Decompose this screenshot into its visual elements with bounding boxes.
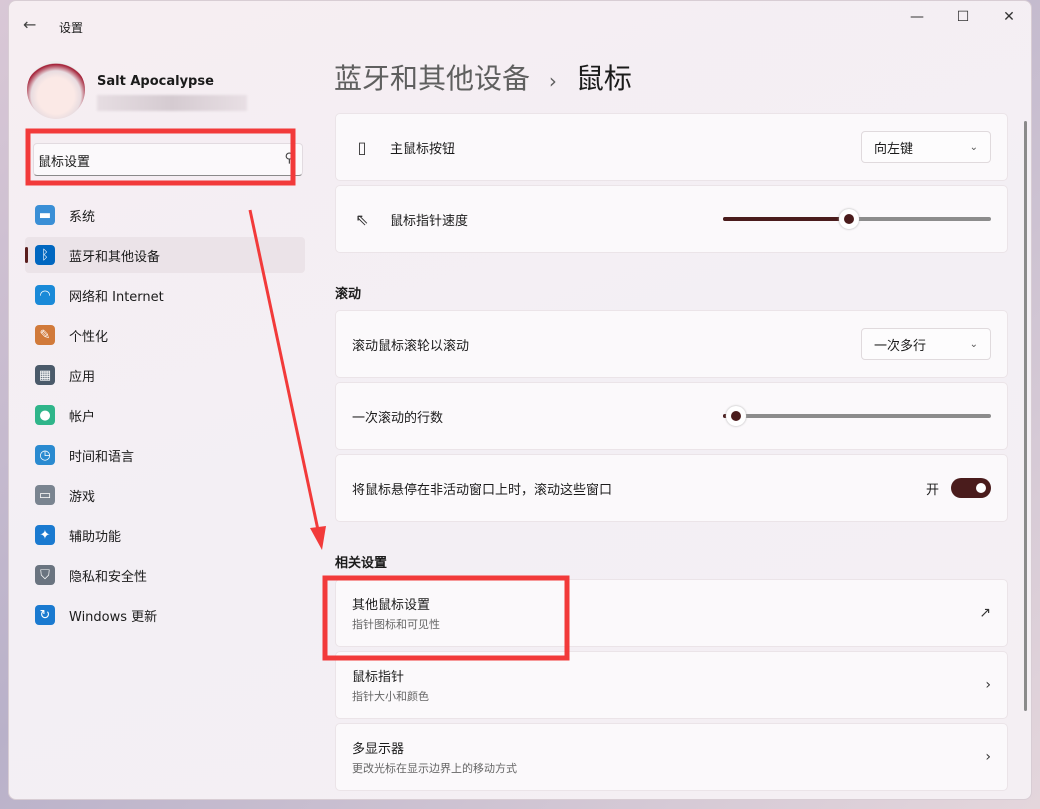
sidebar-item[interactable]: ᛒ 蓝牙和其他设备: [25, 237, 305, 273]
primary-button-dropdown[interactable]: 向左键 ⌄: [861, 131, 991, 163]
wifi-icon: ◠: [35, 285, 55, 305]
accessibility-icon: ✦: [35, 525, 55, 545]
gamepad-icon: ▭: [35, 485, 55, 505]
breadcrumb: 蓝牙和其他设备 › 鼠标: [334, 57, 632, 97]
item-subtitle: 指针大小和颜色: [352, 690, 429, 703]
sidebar-item-label: 网络和 Internet: [69, 289, 164, 305]
page-title: 鼠标: [575, 62, 632, 95]
mouse-icon: ▯: [357, 137, 367, 157]
bluetooth-icon: ᛒ: [35, 245, 55, 265]
item-subtitle: 指针图标和可见性: [352, 618, 440, 631]
sidebar-item[interactable]: ▦ 应用: [25, 357, 305, 393]
inactive-scroll-toggle[interactable]: [951, 478, 991, 498]
related-setting-item[interactable]: 鼠标指针指针大小和颜色 ›: [335, 651, 1008, 719]
sidebar-item[interactable]: ● 帐户: [25, 397, 305, 433]
chevron-down-icon: ⌄: [969, 141, 978, 153]
person-icon: ●: [35, 405, 55, 425]
brush-icon: ✎: [35, 325, 55, 345]
pointer-icon: ⇖: [355, 209, 369, 229]
lines-to-scroll-setting: 一次滚动的行数: [335, 382, 1008, 450]
update-icon: ↻: [35, 605, 55, 625]
external-link-icon: ↗: [979, 605, 991, 621]
scroll-wheel-dropdown[interactable]: 一次多行 ⌄: [861, 328, 991, 360]
clock-globe-icon: ◷: [35, 445, 55, 465]
sidebar-item[interactable]: ✎ 个性化: [25, 317, 305, 353]
sidebar-item-label: 系统: [69, 209, 96, 225]
user-name: Salt Apocalypse: [97, 74, 214, 89]
sidebar-item[interactable]: ⛉ 隐私和安全性: [25, 557, 305, 593]
item-subtitle: 更改光标在显示边界上的移动方式: [352, 762, 517, 775]
setting-label: 一次滚动的行数: [352, 410, 444, 426]
chevron-right-icon: ›: [985, 749, 991, 765]
search-icon[interactable]: ⚲: [284, 151, 294, 166]
close-button[interactable]: ✕: [986, 9, 1031, 25]
search-input[interactable]: 鼠标设置 ⚲: [33, 143, 303, 176]
scroll-wheel-setting: 滚动鼠标滚轮以滚动 一次多行 ⌄: [335, 310, 1008, 378]
slider-thumb[interactable]: [726, 406, 747, 426]
minimize-button[interactable]: —: [894, 9, 940, 25]
sidebar-item-label: 辅助功能: [69, 529, 122, 545]
apps-icon: ▦: [35, 365, 55, 385]
sidebar-item[interactable]: ↻ Windows 更新: [25, 597, 305, 633]
maximize-button[interactable]: ☐: [940, 9, 986, 25]
sidebar-item[interactable]: ▭ 游戏: [25, 477, 305, 513]
dropdown-value: 向左键: [874, 141, 914, 157]
item-title: 多显示器: [352, 742, 405, 757]
sidebar-item-label: Windows 更新: [69, 609, 158, 625]
monitor-icon: ▬: [35, 205, 55, 225]
title-bar: ← 设置 — ☐ ✕: [9, 1, 1031, 49]
setting-label: 将鼠标悬停在非活动窗口上时，滚动这些窗口: [352, 482, 613, 498]
dropdown-value: 一次多行: [874, 338, 927, 354]
sidebar-item[interactable]: ▬ 系统: [25, 197, 305, 233]
section-heading-related: 相关设置: [335, 556, 388, 571]
shield-icon: ⛉: [35, 565, 55, 585]
sidebar-item-label: 蓝牙和其他设备: [69, 249, 161, 265]
back-button[interactable]: ←: [23, 15, 36, 34]
search-value: 鼠标设置: [38, 155, 91, 170]
breadcrumb-parent[interactable]: 蓝牙和其他设备: [334, 62, 530, 95]
sidebar-nav: ▬ 系统 ᛒ 蓝牙和其他设备 ◠ 网络和 Internet ✎ 个性化 ▦ 应用 ● 帐户 ◷ 时间和语言…: [25, 197, 305, 637]
sidebar-item[interactable]: ✦ 辅助功能: [25, 517, 305, 553]
setting-label: 滚动鼠标滚轮以滚动: [352, 338, 470, 354]
primary-button-setting: ▯ 主鼠标按钮 向左键 ⌄: [335, 113, 1008, 181]
item-title: 鼠标指针: [352, 670, 405, 685]
settings-window: ← 设置 — ☐ ✕ Salt Apocalypse 鼠标设置 ⚲ ▬ 系统 ᛒ 蓝牙…: [8, 0, 1032, 800]
chevron-down-icon: ⌄: [969, 338, 978, 350]
sidebar-item-label: 时间和语言: [69, 449, 135, 465]
sidebar-item-label: 隐私和安全性: [69, 569, 148, 585]
settings-content: ▯ 主鼠标按钮 向左键 ⌄ ⇖ 鼠标指针速度 滚动 滚动鼠标滚轮以滚动 一次多行 ⌄…: [335, 113, 1008, 795]
breadcrumb-separator: ›: [548, 69, 557, 93]
setting-label: 主鼠标按钮: [390, 141, 456, 157]
sidebar-item-label: 游戏: [69, 489, 96, 505]
related-setting-item[interactable]: 多显示器更改光标在显示边界上的移动方式 ›: [335, 723, 1008, 791]
slider-thumb[interactable]: [838, 209, 859, 229]
sidebar-item-label: 应用: [69, 369, 96, 385]
pointer-speed-slider[interactable]: [723, 209, 991, 229]
item-title: 其他鼠标设置: [352, 598, 431, 613]
related-setting-item[interactable]: 其他鼠标设置 指针图标和可见性 ↗: [335, 579, 1008, 647]
sidebar-item[interactable]: ◠ 网络和 Internet: [25, 277, 305, 313]
sidebar-item-label: 帐户: [69, 409, 96, 425]
pointer-speed-setting: ⇖ 鼠标指针速度: [335, 185, 1008, 253]
lines-to-scroll-slider[interactable]: [723, 406, 991, 426]
setting-label: 鼠标指针速度: [390, 213, 469, 229]
sidebar-item[interactable]: ◷ 时间和语言: [25, 437, 305, 473]
scrollbar[interactable]: [1024, 121, 1027, 711]
inactive-scroll-setting: 将鼠标悬停在非活动窗口上时，滚动这些窗口 开: [335, 454, 1008, 522]
app-title: 设置: [59, 21, 84, 35]
section-heading-scroll: 滚动: [335, 287, 362, 302]
sidebar-item-label: 个性化: [69, 329, 109, 345]
user-email-blurred: [97, 95, 247, 111]
chevron-right-icon: ›: [985, 677, 991, 693]
toggle-state: 开: [925, 482, 939, 498]
avatar[interactable]: [27, 61, 85, 119]
